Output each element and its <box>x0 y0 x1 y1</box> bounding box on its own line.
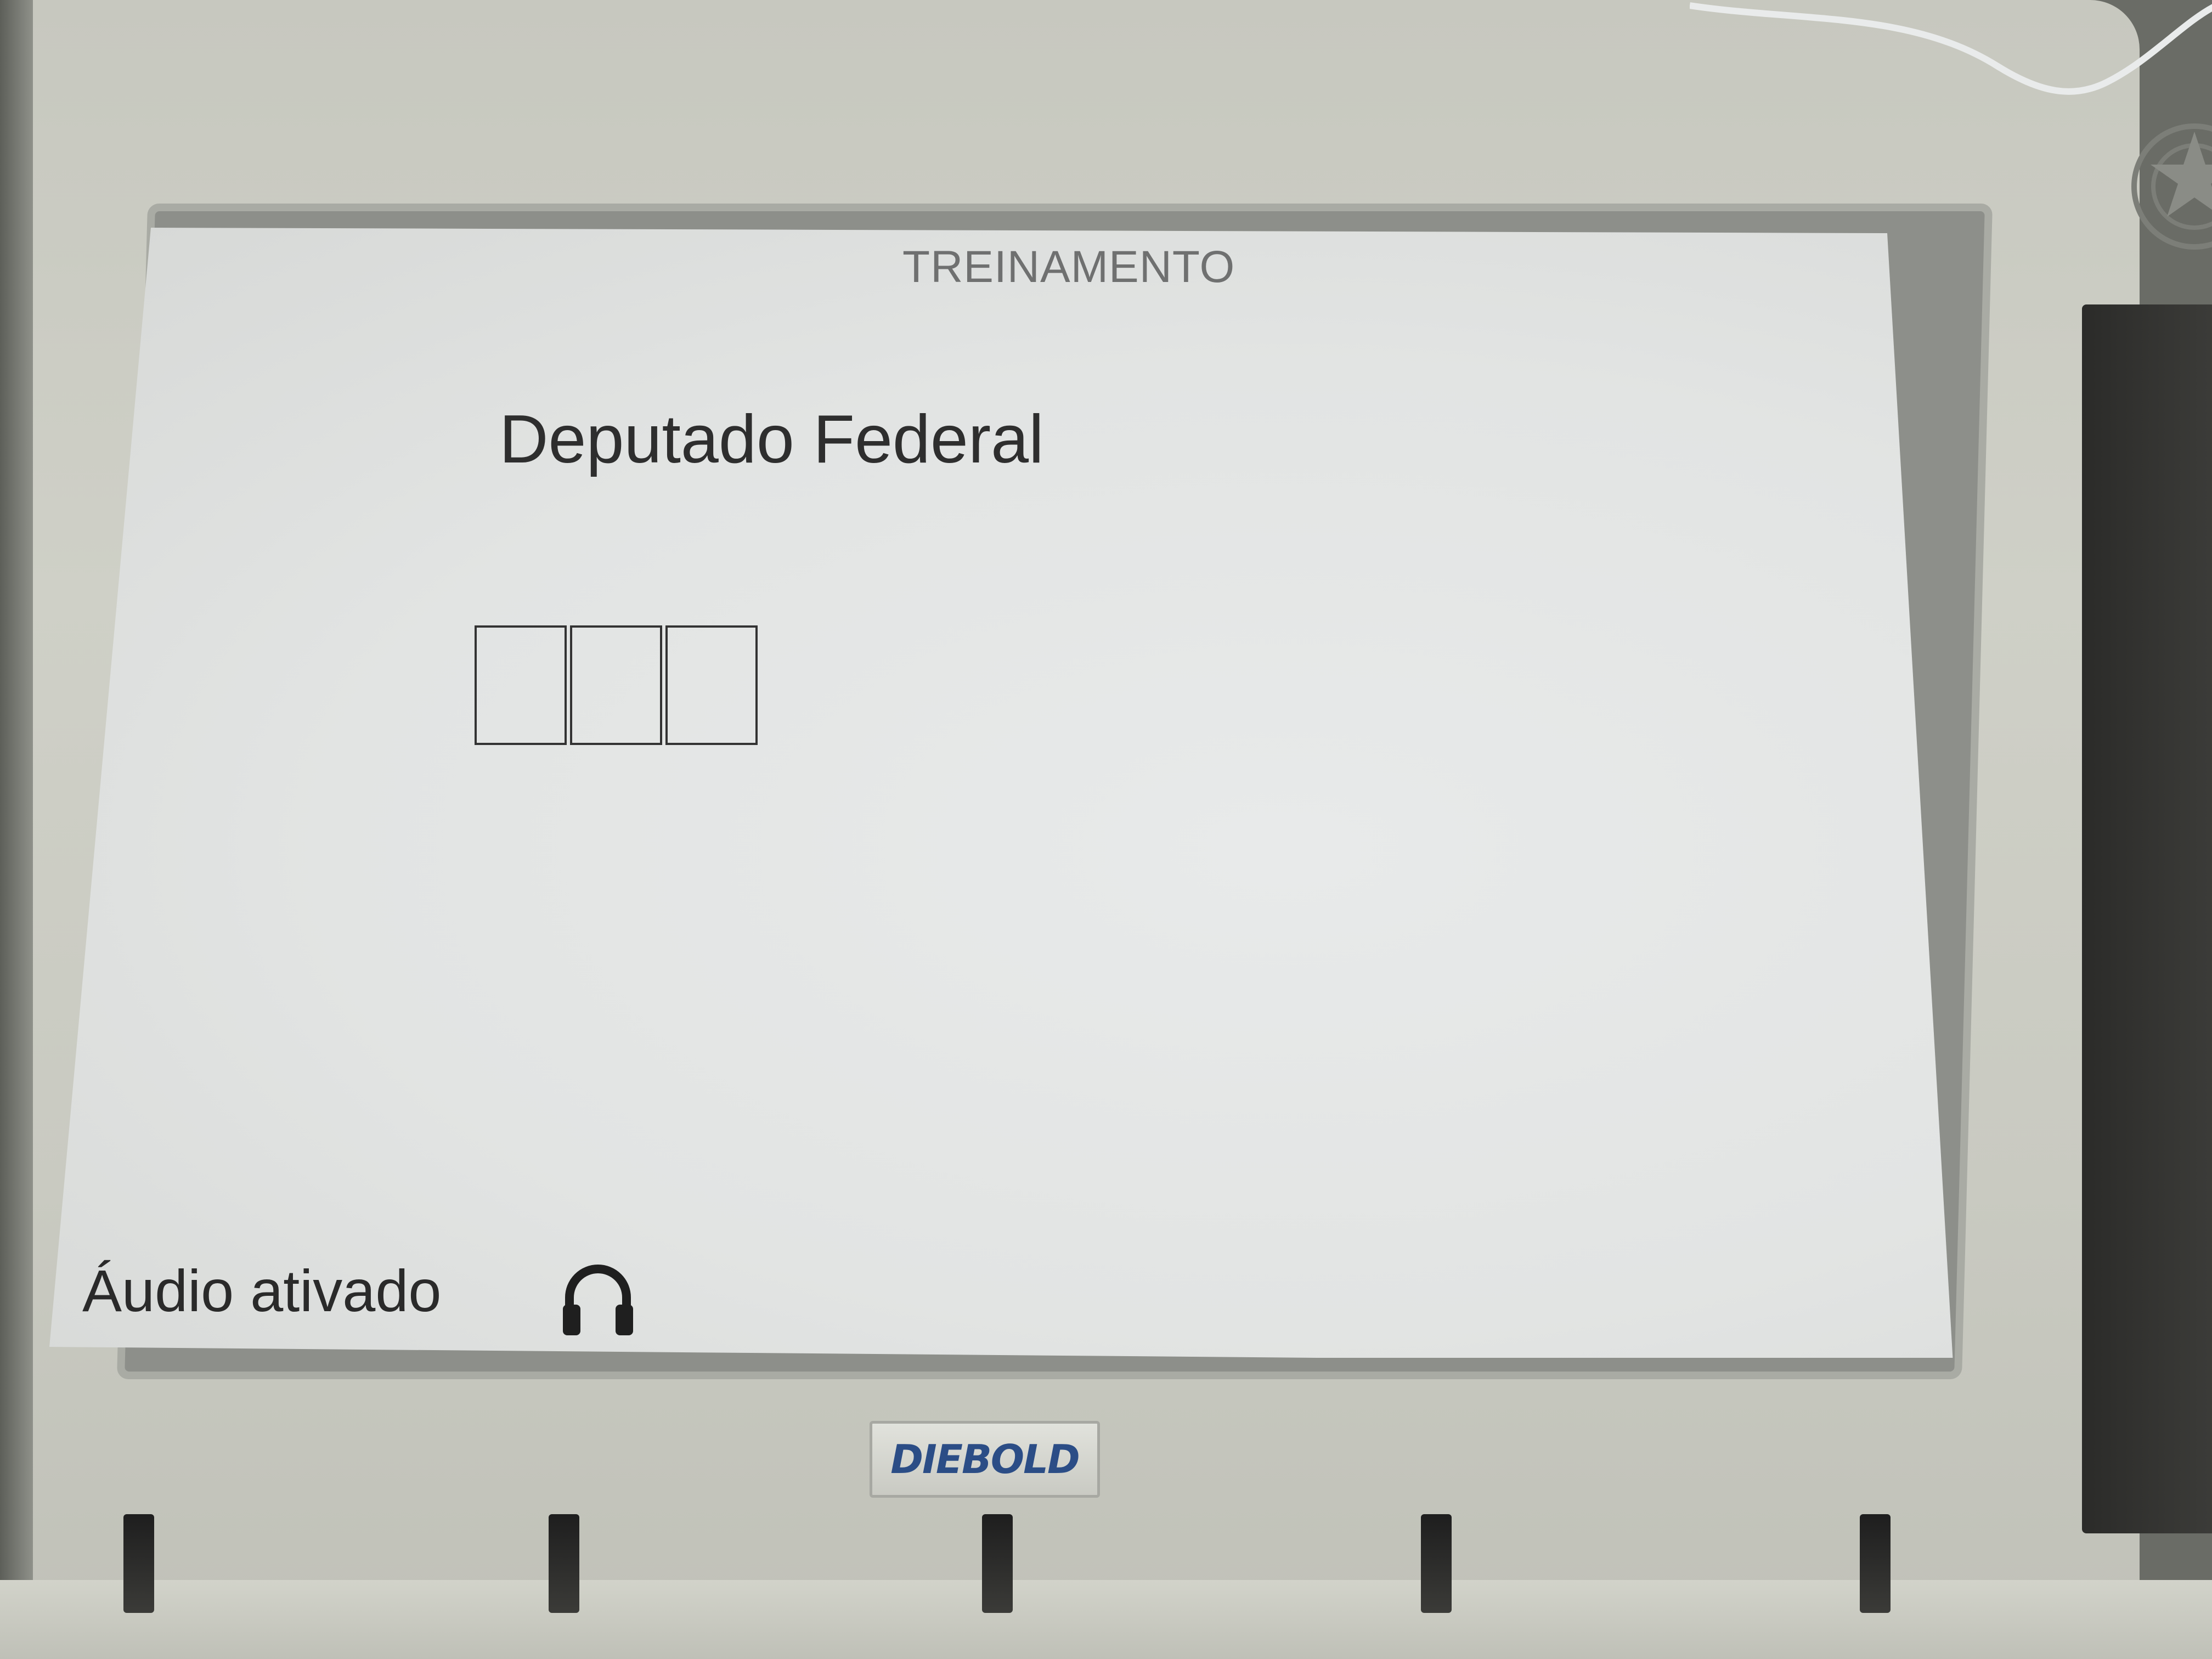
candidate-number-input[interactable] <box>475 625 758 745</box>
office-title: Deputado Federal <box>499 402 1044 477</box>
digit-box-3[interactable] <box>665 625 758 745</box>
digit-box-1[interactable] <box>475 625 567 745</box>
voting-machine-scene: TREINAMENTO Deputado Federal Áudio ativa… <box>0 0 2212 1659</box>
key-slot-4 <box>1421 1514 1452 1613</box>
digit-box-2[interactable] <box>570 625 662 745</box>
key-slot-1 <box>123 1514 154 1613</box>
coat-of-arms-icon <box>2131 123 2212 250</box>
key-slot-3 <box>982 1514 1013 1613</box>
training-mode-label: TREINAMENTO <box>902 242 1235 292</box>
key-slot-2 <box>549 1514 579 1613</box>
housing-edge-shadow <box>0 0 33 1659</box>
keypad-side-panel <box>2082 304 2212 1533</box>
audio-status-label: Áudio ativado <box>82 1257 442 1324</box>
headphones-icon <box>563 1265 633 1335</box>
brand-logo: DIEBOLD <box>890 1436 1080 1482</box>
key-slot-5 <box>1860 1514 1891 1613</box>
voting-screen <box>49 228 1953 1358</box>
brand-plate: DIEBOLD <box>870 1421 1100 1498</box>
